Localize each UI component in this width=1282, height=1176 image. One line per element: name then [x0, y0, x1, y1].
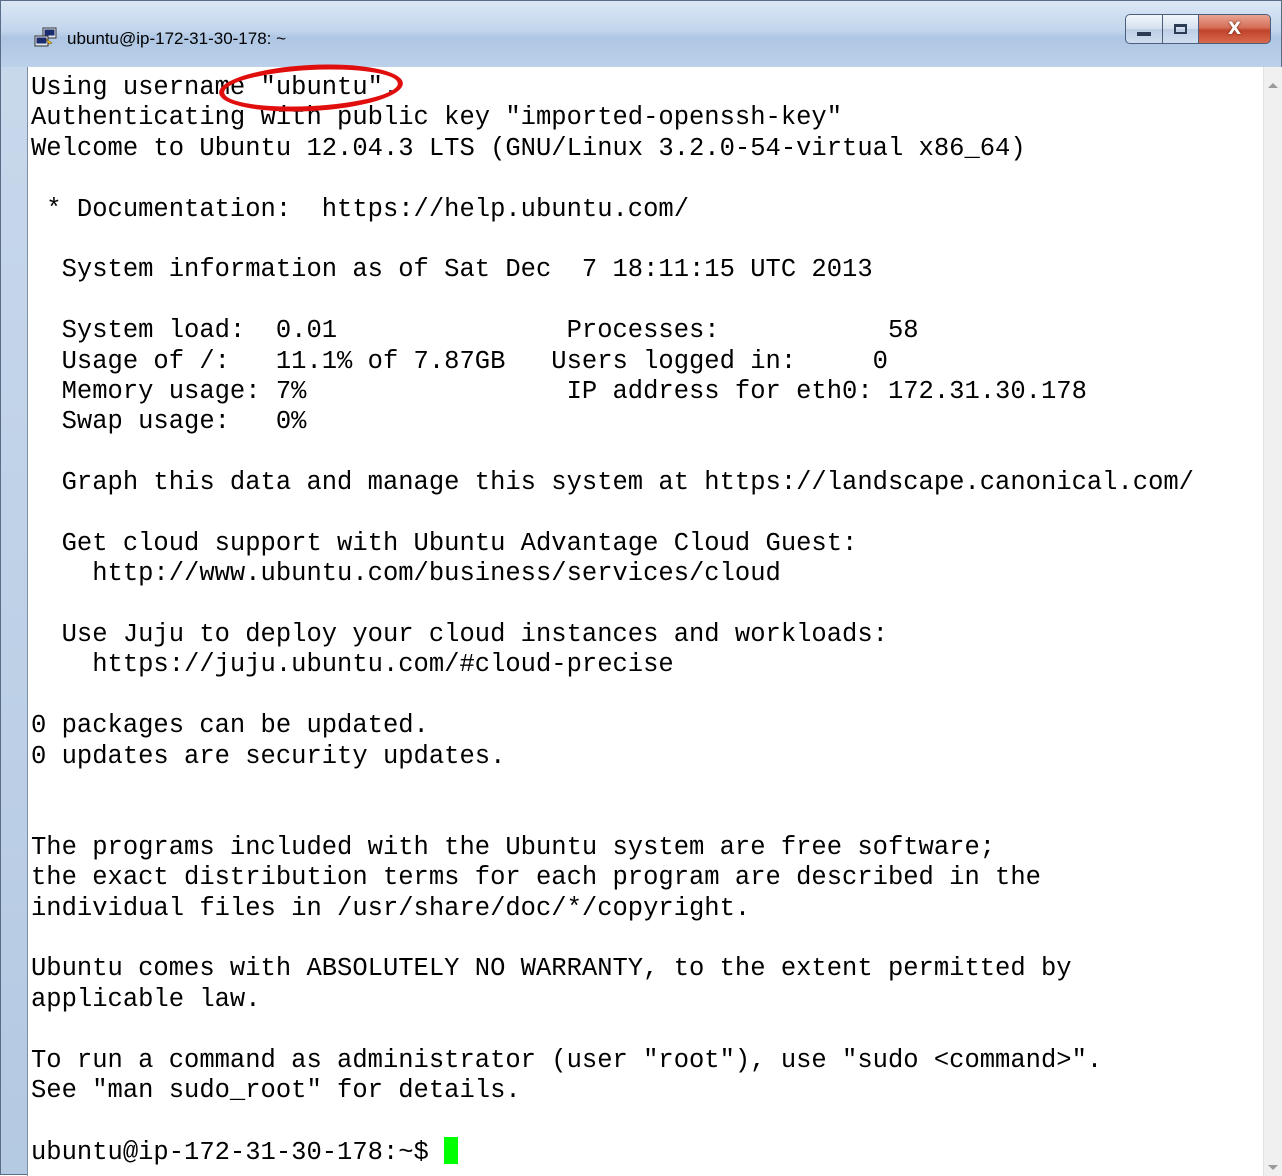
scroll-up-icon[interactable] — [1268, 83, 1278, 88]
terminal-line: Memory usage: 7% IP address for eth0: 17… — [31, 376, 1087, 406]
maximize-icon — [1174, 24, 1187, 34]
terminal-line: 0 packages can be updated. — [31, 711, 429, 741]
minimize-button[interactable] — [1125, 14, 1163, 44]
terminal-line: System information as of Sat Dec 7 18:11… — [31, 255, 873, 285]
command-prompt[interactable]: ubuntu@ip-172-31-30-178:~$ — [31, 1136, 1257, 1167]
terminal-output: Using username "ubuntu". Authenticating w… — [31, 73, 1257, 1167]
terminal-line: * Documentation: https://help.ubuntu.com… — [31, 194, 690, 224]
terminal-line: the exact distribution terms for each pr… — [31, 863, 1041, 893]
terminal-line: The programs included with the Ubuntu sy… — [31, 832, 996, 862]
title-bar[interactable]: ubuntu@ip-172-31-30-178: ~ X — [1, 1, 1281, 67]
minimize-icon — [1137, 32, 1151, 36]
close-icon: X — [1227, 19, 1242, 39]
terminal-line: Swap usage: 0% — [31, 407, 307, 437]
prompt-text: ubuntu@ip-172-31-30-178:~$ — [31, 1137, 445, 1167]
terminal-line: Graph this data and manage this system a… — [31, 468, 1194, 498]
terminal-line: individual files in /usr/share/doc/*/cop… — [31, 893, 751, 923]
text-cursor — [444, 1136, 459, 1164]
terminal-line: Authenticating with public key "imported… — [31, 103, 843, 133]
terminal-line: applicable law. — [31, 984, 261, 1014]
window-controls: X — [1125, 14, 1271, 44]
terminal-line: 0 updates are security updates. — [31, 741, 506, 771]
terminal-line: Usage of /: 11.1% of 7.87GB Users logged… — [31, 346, 888, 376]
terminal-line: Get cloud support with Ubuntu Advantage … — [31, 528, 858, 558]
terminal-line: Ubuntu comes with ABSOLUTELY NO WARRANTY… — [31, 954, 1072, 984]
window-title: ubuntu@ip-172-31-30-178: ~ — [67, 29, 287, 48]
terminal-area[interactable]: Using username "ubuntu". Authenticating w… — [27, 67, 1264, 1176]
terminal-line: Using username "ubuntu". — [31, 73, 399, 102]
terminal-line: http://www.ubuntu.com/business/services/… — [31, 559, 781, 589]
putty-window: ubuntu@ip-172-31-30-178: ~ X Using usern… — [0, 0, 1282, 1176]
maximize-button[interactable] — [1163, 14, 1199, 44]
terminal-line: To run a command as administrator (user … — [31, 1045, 1103, 1075]
terminal-line: See "man sudo_root" for details. — [31, 1075, 521, 1105]
close-button[interactable]: X — [1199, 14, 1271, 44]
terminal-line: System load: 0.01 Processes: 58 — [31, 316, 919, 346]
scroll-down-icon[interactable] — [1268, 1165, 1278, 1170]
putty-icon — [34, 27, 57, 47]
vertical-scrollbar[interactable] — [1263, 67, 1282, 1176]
terminal-line: Use Juju to deploy your cloud instances … — [31, 620, 888, 650]
terminal-line: Welcome to Ubuntu 12.04.3 LTS (GNU/Linux… — [31, 133, 1026, 163]
terminal-line: https://juju.ubuntu.com/#cloud-precise — [31, 650, 674, 680]
